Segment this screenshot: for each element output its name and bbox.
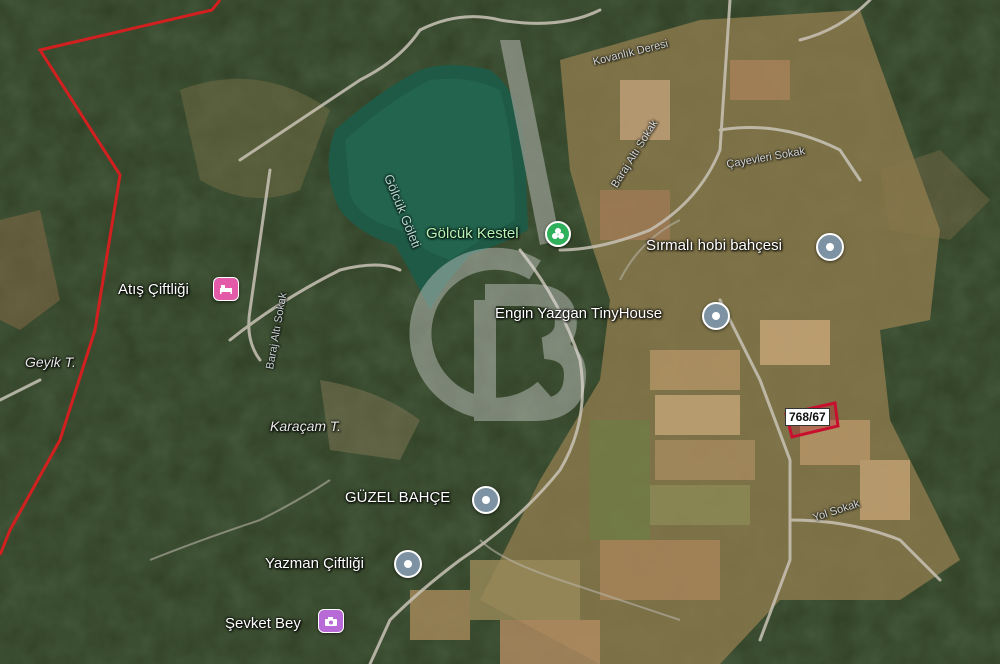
watermark-logo bbox=[409, 247, 587, 421]
location-pin-dot-icon bbox=[712, 312, 720, 320]
place-label-karacam: Karaçam T. bbox=[270, 418, 342, 434]
parcel-label[interactable]: 768/67 bbox=[785, 408, 830, 426]
location-pin-dot-icon bbox=[826, 243, 834, 251]
location-pin-dot-icon bbox=[404, 560, 412, 568]
poi-label-golcuk-kestel[interactable]: Gölcük Kestel bbox=[426, 225, 519, 242]
camera-glyph-icon bbox=[325, 616, 337, 626]
poi-label-sevket[interactable]: Şevket Bey bbox=[225, 615, 301, 632]
bed-glyph-icon bbox=[220, 285, 232, 294]
poi-label-yazman[interactable]: Yazman Çiftliği bbox=[265, 555, 364, 572]
place-label-geyik: Geyik T. bbox=[25, 354, 76, 370]
location-pin-icon[interactable] bbox=[816, 233, 844, 261]
poi-label-sirmali[interactable]: Sırmalı hobi bahçesi bbox=[646, 237, 782, 254]
poi-label-engin[interactable]: Engin Yazgan TinyHouse bbox=[495, 305, 662, 322]
park-glyph-icon bbox=[552, 228, 564, 239]
park-icon[interactable] bbox=[545, 221, 571, 247]
location-pin-icon[interactable] bbox=[472, 486, 500, 514]
location-pin-icon[interactable] bbox=[394, 550, 422, 578]
camera-icon[interactable] bbox=[318, 609, 344, 633]
poi-label-guzel[interactable]: GÜZEL BAHÇE bbox=[345, 489, 450, 506]
location-pin-icon[interactable] bbox=[702, 302, 730, 330]
poi-label-atis[interactable]: Atış Çiftliği bbox=[118, 281, 189, 298]
satellite-map[interactable]: Gölcük Kestel Sırmalı hobi bahçesi Engin… bbox=[0, 0, 1000, 664]
location-pin-dot-icon bbox=[482, 496, 490, 504]
hotel-bed-icon[interactable] bbox=[213, 277, 239, 301]
